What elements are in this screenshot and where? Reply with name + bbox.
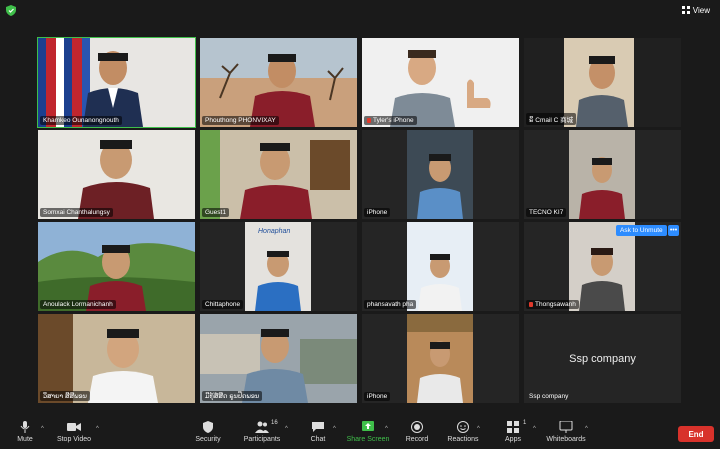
video-options-caret[interactable]: ^ (96, 426, 99, 432)
video-feed (38, 314, 195, 403)
apps-options-caret[interactable]: ^ (533, 426, 536, 432)
video-feed (38, 38, 195, 127)
video-feed (362, 314, 519, 403)
participant-name: Ssp company (529, 393, 569, 400)
video-feed (524, 130, 681, 219)
video-feed (362, 130, 519, 219)
record-icon (411, 421, 423, 433)
mute-options-caret[interactable]: ^ (41, 426, 44, 432)
video-tile[interactable]: iPhone (362, 130, 519, 219)
view-label: View (692, 5, 710, 15)
video-tile[interactable]: TECNO KI7 (524, 130, 681, 219)
participant-name: ວິສາຍາ ສີສີພອນ (40, 391, 90, 401)
video-tile[interactable]: Tyler's iPhone (362, 38, 519, 127)
reactions-button[interactable]: Reactions (435, 421, 491, 443)
chat-button[interactable]: Chat (290, 421, 346, 443)
participant-name: Anoulack Lormanichanh (40, 300, 116, 309)
more-options-button[interactable]: ••• (668, 225, 679, 236)
video-tile[interactable]: Guest1 (200, 130, 357, 219)
top-bar: View (0, 0, 720, 22)
video-tile[interactable]: Ssp company Ssp company (524, 314, 681, 403)
muted-mic-icon (367, 118, 371, 123)
grid-view-icon (681, 6, 690, 14)
whiteboards-options-caret[interactable]: ^ (585, 426, 588, 432)
participants-options-caret[interactable]: ^ (285, 426, 288, 432)
video-feed (200, 130, 357, 219)
shield-icon[interactable] (6, 5, 16, 16)
ask-to-unmute-button[interactable]: Ask to Unmute (616, 225, 667, 236)
video-feed (200, 38, 357, 127)
reactions-options-caret[interactable]: ^ (477, 426, 480, 432)
participant-name: iPhone (364, 208, 391, 217)
video-feed (200, 222, 357, 311)
video-tile[interactable]: phansavath pha (362, 222, 519, 311)
participant-name: Tyler's iPhone (364, 116, 417, 125)
share-screen-icon (362, 421, 374, 431)
share-screen-button[interactable]: Share Screen (340, 421, 396, 443)
participants-button[interactable]: Participants (234, 421, 290, 443)
stop-video-button[interactable]: Stop Video (46, 421, 102, 443)
muted-mic-icon (529, 302, 533, 307)
video-tile[interactable]: iPhone (362, 314, 519, 403)
apps-icon (507, 421, 519, 433)
participant-name: Khamkeo Ounanongnouth (40, 116, 122, 125)
participants-icon (255, 421, 269, 433)
chat-options-caret[interactable]: ^ (333, 426, 336, 432)
chat-bubble-icon (312, 422, 324, 432)
shield-icon (203, 421, 213, 433)
video-tile[interactable]: ມີກຸ້ສ໌ສີດ ຣູນປິດພອນ (200, 314, 357, 403)
meeting-toolbar: Mute ^ Stop Video ^ Security Participant… (0, 418, 720, 449)
video-tile[interactable]: ຣິ Cmail C 商城 (524, 38, 681, 127)
participant-name: Chittaphone (202, 300, 244, 309)
participant-name: Thongsawanh (526, 300, 579, 309)
video-tile[interactable]: Khamkeo Ounanongnouth (37, 37, 196, 128)
video-grid: Khamkeo Ounanongnouth Phouthong PHONVIXA… (37, 37, 682, 405)
participant-name: TECNO KI7 (526, 208, 567, 217)
video-feed (200, 314, 357, 403)
participant-placeholder-name: Ssp company (569, 352, 636, 365)
video-tile[interactable]: Ask to Unmute ••• Thongsawanh (524, 222, 681, 311)
participant-name: iPhone (364, 392, 391, 401)
participant-name: phansavath pha (364, 300, 417, 309)
participant-name: Phouthong PHONVIXAY (202, 116, 279, 125)
participant-name: ຣິ Cmail C 商城 (526, 113, 577, 125)
participant-name: Guest1 (202, 208, 229, 217)
whiteboard-icon (559, 421, 573, 433)
participant-name: Somxai Chanthalungsy (40, 208, 113, 217)
share-options-caret[interactable]: ^ (385, 426, 388, 432)
whiteboards-button[interactable]: Whiteboards (538, 421, 594, 443)
participant-name: ມີກຸ້ສ໌ສີດ ຣູນປິດພອນ (202, 391, 263, 401)
video-tile[interactable]: ວິສາຍາ ສີສີພອນ (38, 314, 195, 403)
video-tile[interactable]: Anoulack Lormanichanh (38, 222, 195, 311)
video-tile[interactable]: Honaphan Chittaphone (200, 222, 357, 311)
video-feed (362, 38, 519, 127)
participants-count: 16 (271, 420, 278, 426)
video-feed (362, 222, 519, 311)
smiley-icon (457, 421, 469, 433)
end-meeting-button[interactable]: End (678, 426, 714, 442)
video-tile[interactable]: Phouthong PHONVIXAY (200, 38, 357, 127)
background-banner-text: Honaphan (258, 228, 291, 235)
video-camera-icon (67, 423, 81, 431)
view-button[interactable]: View (678, 3, 714, 17)
video-feed (38, 130, 195, 219)
apps-count: 1 (523, 420, 527, 426)
security-button[interactable]: Security (180, 421, 236, 443)
apps-button[interactable]: Apps (485, 421, 541, 443)
microphone-icon (20, 421, 30, 433)
video-tile[interactable]: Somxai Chanthalungsy (38, 130, 195, 219)
video-feed (38, 222, 195, 311)
